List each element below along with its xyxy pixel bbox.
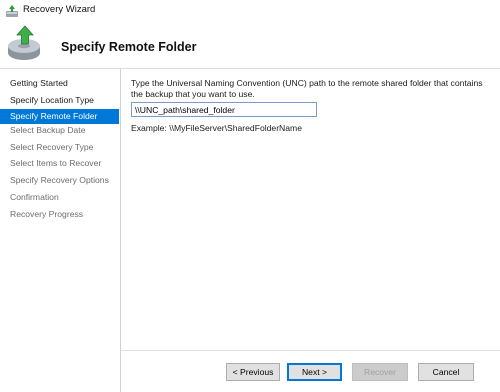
step-specify-location-type[interactable]: Specify Location Type xyxy=(0,93,119,108)
step-select-backup-date: Select Backup Date xyxy=(10,125,86,135)
page-title: Specify Remote Folder xyxy=(61,40,197,54)
recovery-wizard-icon xyxy=(6,5,18,17)
wizard-footer: < Previous Next > Recover Cancel xyxy=(120,350,500,392)
cancel-button[interactable]: Cancel xyxy=(418,363,474,381)
step-confirmation: Confirmation xyxy=(10,192,59,202)
previous-button[interactable]: < Previous xyxy=(226,363,280,381)
recover-button: Recover xyxy=(352,363,408,381)
wizard-steps-sidebar: Getting Started Specify Location Type Sp… xyxy=(0,69,119,391)
step-specify-recovery-options: Specify Recovery Options xyxy=(10,175,109,185)
step-specify-remote-folder[interactable]: Specify Remote Folder xyxy=(0,109,119,124)
step-recovery-progress: Recovery Progress xyxy=(10,209,84,219)
window-title: Recovery Wizard xyxy=(23,4,96,15)
instructions-text: Type the Universal Naming Convention (UN… xyxy=(131,78,483,99)
step-select-recovery-type: Select Recovery Type xyxy=(10,142,94,152)
next-button[interactable]: Next > xyxy=(287,363,342,381)
wizard-header: Specify Remote Folder xyxy=(0,22,500,69)
content-panel: Type the Universal Naming Convention (UN… xyxy=(120,69,500,350)
step-select-items-to-recover: Select Items to Recover xyxy=(10,158,102,168)
unc-path-input[interactable] xyxy=(131,102,317,117)
title-bar: Recovery Wizard xyxy=(0,0,500,22)
step-getting-started[interactable]: Getting Started xyxy=(0,76,119,91)
backup-restore-icon xyxy=(8,25,40,60)
example-text: Example: \\MyFileServer\SharedFolderName xyxy=(131,123,302,133)
